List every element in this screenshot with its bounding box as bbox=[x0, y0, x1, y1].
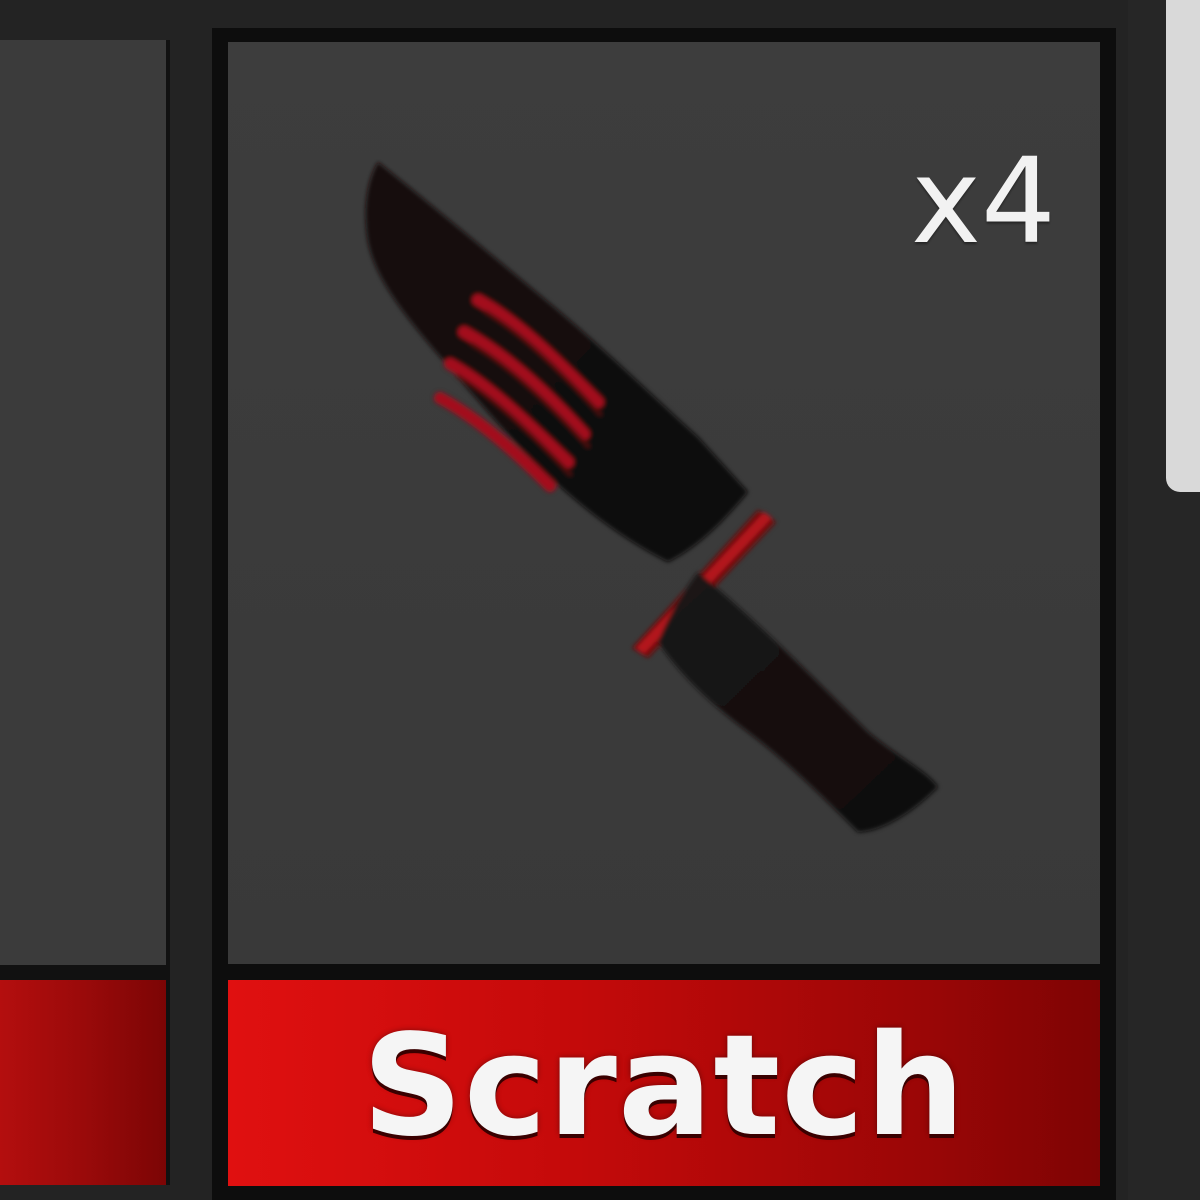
inventory-slot-scratch[interactable]: x4 Scratch bbox=[212, 28, 1116, 1200]
inventory-slot-left[interactable] bbox=[0, 40, 170, 1185]
item-name-bar: Scratch bbox=[228, 980, 1100, 1186]
item-name-bar bbox=[0, 980, 166, 1185]
knife-icon bbox=[365, 162, 938, 832]
item-name-label: Scratch bbox=[362, 1004, 966, 1168]
inventory-screen: x4 Scratch bbox=[0, 0, 1200, 1200]
item-image-area: x4 bbox=[228, 42, 1100, 964]
scrollbar-thumb[interactable] bbox=[1166, 0, 1200, 492]
item-image-area bbox=[0, 40, 166, 965]
